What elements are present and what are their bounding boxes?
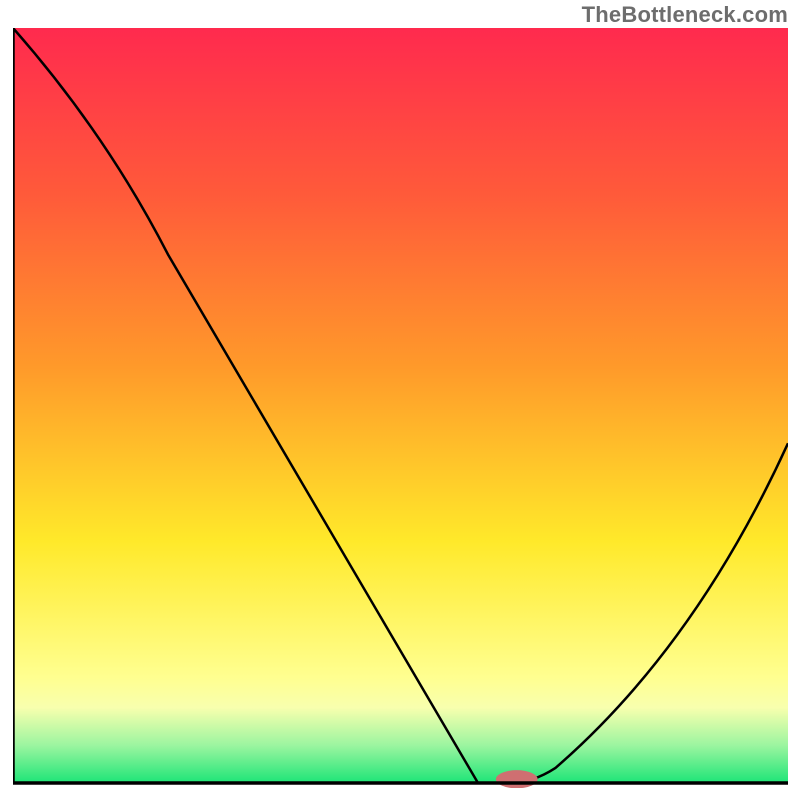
watermark-label: TheBottleneck.com [582, 2, 788, 28]
chart-svg [13, 28, 788, 788]
marker-pill [496, 770, 538, 788]
chart-frame: TheBottleneck.com [0, 0, 800, 800]
gradient-background [13, 28, 788, 783]
plot-area [13, 28, 788, 788]
